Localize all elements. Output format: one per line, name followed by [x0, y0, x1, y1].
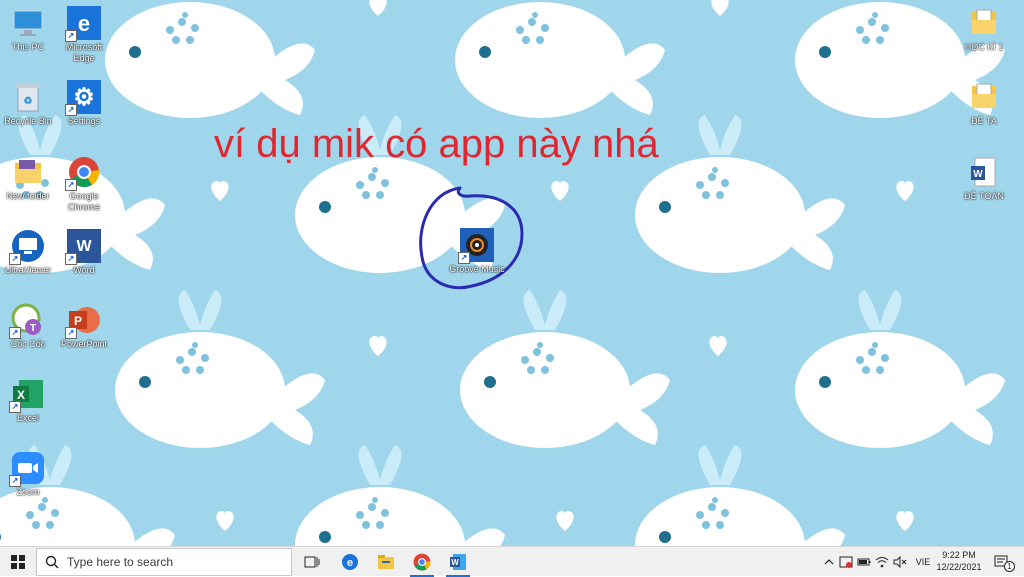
desktop-icon-hoc-ki-1[interactable]: HỌC KÌ 1 — [956, 6, 1012, 53]
excel-icon: X ↗ — [9, 377, 45, 413]
desktop-icon-ultraviewer[interactable]: ↗ UltraViewer — [0, 229, 56, 276]
desktop-icon-settings[interactable]: ⚙ ↗ Settings — [56, 80, 112, 127]
wifi-icon — [875, 557, 889, 568]
desktop-icon-de-toan[interactable]: W ĐỀ TOÁN — [956, 155, 1012, 202]
start-button[interactable] — [0, 547, 36, 577]
coccoc-icon: T ↗ — [9, 303, 45, 339]
show-hidden-icons-button[interactable] — [822, 547, 836, 577]
windows-logo-icon — [11, 555, 25, 569]
search-input[interactable] — [65, 554, 269, 570]
speaker-muted-icon — [893, 556, 907, 568]
battery-icon — [857, 558, 871, 566]
svg-text:W: W — [973, 169, 983, 180]
svg-text:P: P — [74, 314, 82, 328]
folder-icon — [11, 155, 45, 189]
taskbar-edge[interactable]: e — [332, 547, 368, 577]
tray-security[interactable] — [838, 547, 854, 577]
clock[interactable]: 9:22 PM 12/22/2021 — [930, 549, 988, 573]
desktop-icon-label: New folder — [6, 191, 50, 201]
desktop-icon-label: PowerPoint — [60, 339, 108, 349]
desktop-icon-label: Zoom — [16, 487, 40, 497]
shortcut-arrow-icon: ↗ — [9, 401, 21, 413]
notification-count-badge: 1 — [1004, 561, 1015, 572]
shortcut-arrow-icon: ↗ — [65, 104, 77, 116]
shortcut-arrow-icon: ↗ — [65, 179, 77, 191]
computer-icon — [11, 6, 45, 40]
desktop-icon-label: UltraViewer — [4, 265, 52, 275]
search-icon — [45, 555, 59, 569]
taskbar-chrome[interactable] — [404, 547, 440, 577]
gear-icon: ⚙ ↗ — [65, 80, 101, 116]
svg-text:♻: ♻ — [24, 96, 33, 107]
search-box[interactable] — [36, 548, 292, 576]
svg-text:e: e — [347, 557, 353, 569]
desktop-icon-microsoft-edge[interactable]: e ↗ Microsoft Edge — [56, 6, 112, 64]
recycle-bin-icon: ♻ — [11, 80, 45, 114]
clock-time: 9:22 PM — [942, 550, 976, 560]
shortcut-arrow-icon: ↗ — [65, 327, 77, 339]
zoom-icon: ↗ — [9, 451, 45, 487]
desktop-icon-label: Microsoft Edge — [65, 42, 103, 63]
folder-icon — [967, 6, 1001, 40]
desktop-icon-coccoc[interactable]: T ↗ Cốc Cốc — [0, 303, 56, 350]
desktop-icon-label: ĐỀ TOÁN — [964, 191, 1004, 201]
desktop-icon-label: Recycle Bin — [4, 116, 52, 126]
task-view-icon — [304, 556, 320, 568]
word-icon: W ↗ — [65, 229, 101, 265]
shortcut-arrow-icon: ↗ — [9, 253, 21, 265]
powerpoint-icon: P ↗ — [65, 303, 101, 339]
folder-icon — [967, 80, 1001, 114]
desktop-icon-this-pc[interactable]: This PC — [0, 6, 56, 53]
chrome-icon — [413, 553, 431, 571]
svg-text:T: T — [30, 323, 36, 334]
desktop[interactable]: This PC e ↗ Microsoft Edge ♻ Recycle Bin… — [0, 0, 1024, 546]
svg-text:X: X — [17, 388, 25, 402]
shortcut-arrow-icon: ↗ — [458, 252, 470, 264]
tray-wifi[interactable] — [874, 547, 890, 577]
word-icon: W — [450, 554, 466, 570]
word-document-icon: W — [967, 155, 1001, 189]
desktop-icon-label: Word — [73, 265, 95, 275]
shield-icon — [839, 556, 853, 568]
groove-music-icon: ↗ — [458, 228, 494, 264]
desktop-icon-label: Google Chrome — [67, 191, 100, 212]
desktop-icon-label: Settings — [67, 116, 101, 126]
desktop-icon-de-ta[interactable]: ĐỀ TA — [956, 80, 1012, 127]
desktop-icon-google-chrome[interactable]: ↗ Google Chrome — [56, 155, 112, 213]
edge-icon: e ↗ — [65, 6, 101, 42]
taskbar-word[interactable]: W — [440, 547, 476, 577]
desktop-icon-zoom[interactable]: ↗ Zoom — [0, 451, 56, 498]
taskbar: e W VIE 9:22 PM 12/22/2021 1 — [0, 546, 1024, 577]
shortcut-arrow-icon: ↗ — [9, 327, 21, 339]
tray-volume[interactable] — [892, 547, 908, 577]
clock-date: 12/22/2021 — [936, 562, 982, 572]
tray-battery[interactable] — [856, 547, 872, 577]
shortcut-arrow-icon: ↗ — [65, 253, 77, 265]
annotation-text: ví dụ mik có app này nhá — [214, 122, 659, 166]
desktop-icon-powerpoint[interactable]: P ↗ PowerPoint — [56, 303, 112, 350]
chevron-up-icon — [824, 559, 834, 565]
ultraviewer-icon: ↗ — [9, 229, 45, 265]
shortcut-arrow-icon: ↗ — [9, 475, 21, 487]
shortcut-arrow-icon: ↗ — [65, 30, 77, 42]
desktop-icon-word[interactable]: W ↗ Word — [56, 229, 112, 276]
desktop-icon-new-folder[interactable]: New folder — [0, 155, 56, 202]
desktop-icon-groove-music[interactable]: ↗ Groove Music — [449, 228, 505, 275]
desktop-icon-label: Groove Music — [449, 264, 505, 274]
desktop-icon-label: Excel — [16, 413, 39, 423]
desktop-icon-label: ĐỀ TA — [971, 116, 997, 126]
desktop-icon-label: This PC — [11, 42, 44, 52]
desktop-icon-recycle-bin[interactable]: ♻ Recycle Bin — [0, 80, 56, 127]
taskbar-file-explorer[interactable] — [368, 547, 404, 577]
task-view-button[interactable] — [294, 547, 330, 577]
chrome-icon: ↗ — [65, 155, 101, 191]
notification-center-button[interactable]: 1 — [990, 547, 1015, 577]
edge-icon: e — [342, 554, 358, 570]
file-explorer-icon — [378, 555, 394, 569]
desktop-icon-label: Cốc Cốc — [10, 339, 46, 349]
desktop-icon-label: HỌC KÌ 1 — [964, 42, 1004, 52]
svg-text:W: W — [451, 558, 459, 567]
desktop-icon-excel[interactable]: X ↗ Excel — [0, 377, 56, 424]
